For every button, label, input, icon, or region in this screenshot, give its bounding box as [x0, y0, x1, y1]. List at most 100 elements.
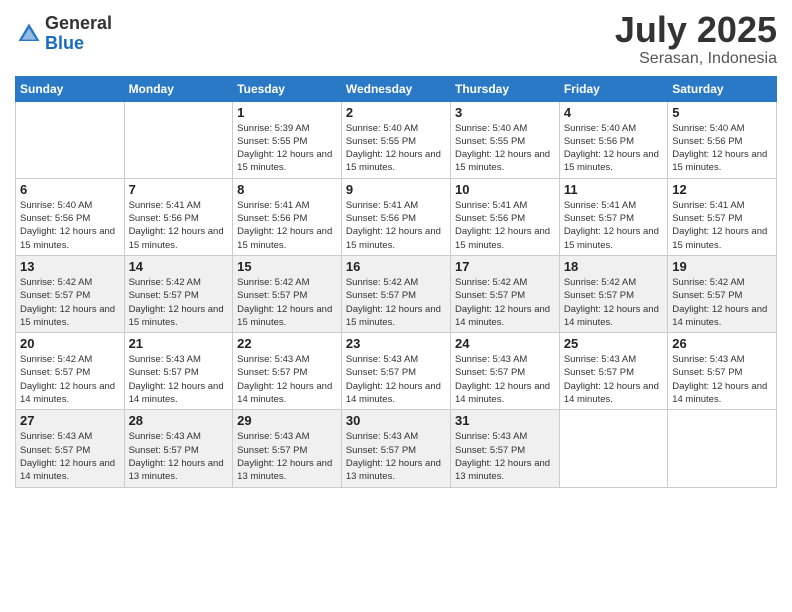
calendar-week-4: 20Sunrise: 5:42 AMSunset: 5:57 PMDayligh… — [16, 333, 777, 410]
day-number: 30 — [346, 413, 446, 428]
day-number: 10 — [455, 182, 555, 197]
day-number: 1 — [237, 105, 337, 120]
calendar-cell: 14 Sunrise: 5:42 AMSunset: 5:57 PMDayligh… — [124, 255, 233, 332]
calendar-cell: 8 Sunrise: 5:41 AMSunset: 5:56 PMDaylight… — [233, 178, 342, 255]
day-number: 18 — [564, 259, 663, 274]
title-location: Serasan, Indonesia — [615, 50, 777, 68]
page: General Blue July 2025 Serasan, Indonesi… — [0, 0, 792, 612]
calendar-cell: 12 Sunrise: 5:41 AMSunset: 5:57 PMDayligh… — [668, 178, 777, 255]
day-info: Sunrise: 5:41 AMSunset: 5:57 PMDaylight:… — [672, 199, 772, 252]
day-info: Sunrise: 5:43 AMSunset: 5:57 PMDaylight:… — [20, 430, 120, 483]
calendar-cell: 28Sunrise: 5:43 AMSunset: 5:57 PMDayligh… — [124, 410, 233, 487]
calendar-cell: 11 Sunrise: 5:41 AMSunset: 5:57 PMDayligh… — [559, 178, 667, 255]
day-info: Sunrise: 5:40 AMSunset: 5:55 PMDaylight:… — [455, 122, 555, 175]
day-number: 2 — [346, 105, 446, 120]
day-number: 17 — [455, 259, 555, 274]
day-number: 26 — [672, 336, 772, 351]
day-info: Sunrise: 5:43 AMSunset: 5:57 PMDaylight:… — [672, 353, 772, 406]
day-info: Sunrise: 5:40 AMSunset: 5:55 PMDaylight:… — [346, 122, 446, 175]
logo-text: General Blue — [45, 14, 112, 54]
day-info: Sunrise: 5:43 AMSunset: 5:57 PMDaylight:… — [346, 430, 446, 483]
day-number: 3 — [455, 105, 555, 120]
day-number: 25 — [564, 336, 663, 351]
day-number: 6 — [20, 182, 120, 197]
calendar-cell: 16 Sunrise: 5:42 AMSunset: 5:57 PMDayligh… — [341, 255, 450, 332]
day-number: 15 — [237, 259, 337, 274]
day-info: Sunrise: 5:42 AMSunset: 5:57 PMDaylight:… — [20, 276, 120, 329]
calendar-cell: 13Sunrise: 5:42 AMSunset: 5:57 PMDayligh… — [16, 255, 125, 332]
calendar-week-3: 13Sunrise: 5:42 AMSunset: 5:57 PMDayligh… — [16, 255, 777, 332]
day-number: 20 — [20, 336, 120, 351]
calendar-cell: 31Sunrise: 5:43 AMSunset: 5:57 PMDayligh… — [450, 410, 559, 487]
day-info: Sunrise: 5:42 AMSunset: 5:57 PMDaylight:… — [455, 276, 555, 329]
logo-general: General — [45, 14, 112, 34]
day-info: Sunrise: 5:40 AMSunset: 5:56 PMDaylight:… — [564, 122, 663, 175]
calendar-header-monday: Monday — [124, 76, 233, 101]
calendar-cell: 18Sunrise: 5:42 AMSunset: 5:57 PMDayligh… — [559, 255, 667, 332]
day-info: Sunrise: 5:43 AMSunset: 5:57 PMDaylight:… — [564, 353, 663, 406]
day-number: 11 — [564, 182, 663, 197]
day-number: 24 — [455, 336, 555, 351]
title-block: July 2025 Serasan, Indonesia — [615, 10, 777, 68]
day-info: Sunrise: 5:42 AMSunset: 5:57 PMDaylight:… — [129, 276, 229, 329]
calendar-cell: 3 Sunrise: 5:40 AMSunset: 5:55 PMDaylight… — [450, 101, 559, 178]
day-info: Sunrise: 5:42 AMSunset: 5:57 PMDaylight:… — [672, 276, 772, 329]
day-number: 14 — [129, 259, 229, 274]
calendar-cell: 27Sunrise: 5:43 AMSunset: 5:57 PMDayligh… — [16, 410, 125, 487]
day-number: 4 — [564, 105, 663, 120]
day-number: 9 — [346, 182, 446, 197]
calendar-header-saturday: Saturday — [668, 76, 777, 101]
calendar-cell: 22 Sunrise: 5:43 AMSunset: 5:57 PMDayligh… — [233, 333, 342, 410]
calendar-header-wednesday: Wednesday — [341, 76, 450, 101]
day-number: 8 — [237, 182, 337, 197]
day-number: 22 — [237, 336, 337, 351]
calendar-cell: 21 Sunrise: 5:43 AMSunset: 5:57 PMDayligh… — [124, 333, 233, 410]
calendar-week-5: 27Sunrise: 5:43 AMSunset: 5:57 PMDayligh… — [16, 410, 777, 487]
day-info: Sunrise: 5:40 AMSunset: 5:56 PMDaylight:… — [672, 122, 772, 175]
calendar-cell: 9 Sunrise: 5:41 AMSunset: 5:56 PMDaylight… — [341, 178, 450, 255]
calendar-cell: 20Sunrise: 5:42 AMSunset: 5:57 PMDayligh… — [16, 333, 125, 410]
calendar-cell — [124, 101, 233, 178]
day-info: Sunrise: 5:43 AMSunset: 5:57 PMDaylight:… — [237, 353, 337, 406]
calendar-header-sunday: Sunday — [16, 76, 125, 101]
day-info: Sunrise: 5:41 AMSunset: 5:56 PMDaylight:… — [237, 199, 337, 252]
calendar-cell: 15 Sunrise: 5:42 AMSunset: 5:57 PMDayligh… — [233, 255, 342, 332]
calendar-cell: 23Sunrise: 5:43 AMSunset: 5:57 PMDayligh… — [341, 333, 450, 410]
calendar-cell: 5 Sunrise: 5:40 AMSunset: 5:56 PMDaylight… — [668, 101, 777, 178]
day-info: Sunrise: 5:43 AMSunset: 5:57 PMDaylight:… — [129, 353, 229, 406]
calendar-cell — [16, 101, 125, 178]
day-number: 19 — [672, 259, 772, 274]
calendar-cell: 2 Sunrise: 5:40 AMSunset: 5:55 PMDaylight… — [341, 101, 450, 178]
day-info: Sunrise: 5:41 AMSunset: 5:56 PMDaylight:… — [346, 199, 446, 252]
day-number: 23 — [346, 336, 446, 351]
day-info: Sunrise: 5:42 AMSunset: 5:57 PMDaylight:… — [237, 276, 337, 329]
day-info: Sunrise: 5:42 AMSunset: 5:57 PMDaylight:… — [346, 276, 446, 329]
day-info: Sunrise: 5:40 AMSunset: 5:56 PMDaylight:… — [20, 199, 120, 252]
logo-blue: Blue — [45, 34, 112, 54]
calendar-cell: 10 Sunrise: 5:41 AMSunset: 5:56 PMDayligh… — [450, 178, 559, 255]
day-info: Sunrise: 5:41 AMSunset: 5:57 PMDaylight:… — [564, 199, 663, 252]
calendar-cell: 7Sunrise: 5:41 AMSunset: 5:56 PMDaylight… — [124, 178, 233, 255]
calendar-table: SundayMondayTuesdayWednesdayThursdayFrid… — [15, 76, 777, 488]
day-number: 5 — [672, 105, 772, 120]
calendar-cell: 17 Sunrise: 5:42 AMSunset: 5:57 PMDayligh… — [450, 255, 559, 332]
day-number: 16 — [346, 259, 446, 274]
day-info: Sunrise: 5:43 AMSunset: 5:57 PMDaylight:… — [237, 430, 337, 483]
day-info: Sunrise: 5:43 AMSunset: 5:57 PMDaylight:… — [129, 430, 229, 483]
day-number: 12 — [672, 182, 772, 197]
calendar-cell — [559, 410, 667, 487]
calendar-cell: 29 Sunrise: 5:43 AMSunset: 5:57 PMDayligh… — [233, 410, 342, 487]
logo-icon — [15, 20, 43, 48]
calendar-cell: 26 Sunrise: 5:43 AMSunset: 5:57 PMDayligh… — [668, 333, 777, 410]
calendar-header-tuesday: Tuesday — [233, 76, 342, 101]
calendar-header-row: SundayMondayTuesdayWednesdayThursdayFrid… — [16, 76, 777, 101]
day-number: 29 — [237, 413, 337, 428]
day-number: 31 — [455, 413, 555, 428]
day-info: Sunrise: 5:43 AMSunset: 5:57 PMDaylight:… — [455, 353, 555, 406]
day-number: 21 — [129, 336, 229, 351]
calendar-header-thursday: Thursday — [450, 76, 559, 101]
calendar-header-friday: Friday — [559, 76, 667, 101]
calendar-week-1: 1Sunrise: 5:39 AMSunset: 5:55 PMDaylight… — [16, 101, 777, 178]
day-info: Sunrise: 5:41 AMSunset: 5:56 PMDaylight:… — [455, 199, 555, 252]
calendar-cell: 1Sunrise: 5:39 AMSunset: 5:55 PMDaylight… — [233, 101, 342, 178]
